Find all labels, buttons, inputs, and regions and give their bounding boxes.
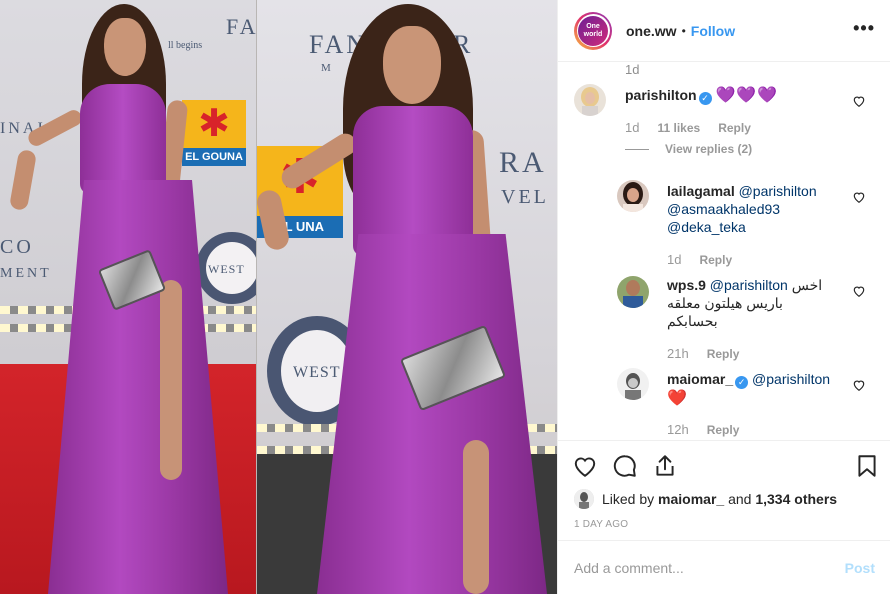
left-forearm (8, 148, 38, 212)
leg (160, 280, 182, 480)
liked-by-and: and (728, 491, 752, 507)
avatar[interactable] (617, 276, 649, 308)
person-figure (257, 0, 557, 594)
reply-button[interactable]: Reply (699, 253, 732, 267)
view-replies-button[interactable]: View replies (2) (625, 142, 752, 156)
verified-badge-icon: ✓ (735, 376, 749, 389)
more-options-icon[interactable]: ••• (853, 18, 875, 39)
comment-username[interactable]: wps.9 (667, 277, 706, 293)
comments-list[interactable]: 1d parishilton ✓ 💜💜💜 1d 11 likes Reply Vi… (558, 62, 890, 440)
comment-content: باريس هيلتون معلقه (667, 295, 783, 311)
comment-time[interactable]: 21h (667, 346, 689, 361)
likes-summary[interactable]: Liked by maiomar_ and 1,334 others (574, 489, 837, 509)
post-timestamp[interactable]: 1 DAY AGO (574, 519, 628, 530)
avatar[interactable] (574, 84, 606, 116)
comment-likes[interactable]: 11 likes (657, 121, 700, 135)
post-comment-button[interactable]: Post (845, 560, 875, 576)
comment-username[interactable]: parishilton (625, 87, 697, 103)
mention-link[interactable]: @deka_teka (667, 219, 746, 235)
mention-link[interactable]: @parishilton (710, 277, 788, 293)
owner-avatar[interactable]: One world (574, 11, 612, 50)
comment-username[interactable]: maiomar_ (667, 371, 733, 387)
comment-content: بحسابكم (667, 313, 718, 329)
comment-time[interactable]: 1d (625, 120, 639, 135)
owner-username[interactable]: one.ww (626, 23, 677, 39)
face (383, 26, 441, 104)
comment-item: parishilton ✓ 💜💜💜 1d 11 likes Reply (558, 62, 890, 142)
leg (463, 440, 489, 594)
bookmark-icon[interactable] (854, 453, 880, 479)
share-icon[interactable] (652, 453, 678, 479)
comment-composer: Post (558, 540, 890, 594)
avatar[interactable] (617, 180, 649, 212)
post-photo[interactable]: FA ll begins INAI CO MENT ✱ EL GOUNA WES… (0, 0, 557, 594)
comment-text: lailagamal @parishilton @asmaakhaled93 @… (667, 182, 847, 236)
photo-right-panel: FAN R M RA VEL ✱ EL UNA WEST (257, 0, 557, 594)
face (104, 18, 146, 76)
comment-content: اخس (791, 277, 823, 293)
like-comment-heart-icon[interactable] (852, 190, 866, 204)
post-header: One world one.ww • Follow ••• (558, 0, 890, 62)
like-heart-icon[interactable] (572, 453, 598, 479)
comment-content: ❤️ (667, 390, 687, 407)
comment-meta: 1d 11 likes Reply (625, 120, 751, 135)
comment-content: 💜💜💜 (715, 87, 779, 104)
liked-by-user[interactable]: maiomar_ (658, 491, 724, 507)
view-replies-label: View replies (2) (665, 142, 753, 156)
reply-button[interactable]: Reply (707, 347, 740, 361)
comment-meta: 1d Reply (667, 252, 732, 267)
reply-item: wps.9 @parishilton اخس باريس هيلتون معلق… (558, 268, 890, 364)
post-sidebar: One world one.ww • Follow ••• 1d parishi… (557, 0, 890, 594)
owner-avatar-logo: One world (578, 15, 608, 46)
comment-text: maiomar_ ✓ @parishilton ❤️ (667, 370, 847, 408)
separator-dot: • (681, 23, 686, 38)
reply-item: maiomar_ ✓ @parishilton ❤️ 12h Reply (558, 362, 890, 440)
divider-line (625, 148, 649, 150)
dress-bodice (353, 106, 473, 256)
mention-link[interactable]: @parishilton (739, 183, 817, 199)
liked-by-count[interactable]: 1,334 others (755, 491, 837, 507)
left-arm (257, 188, 291, 252)
dress-skirt (48, 180, 228, 594)
left-arm (25, 107, 85, 149)
follow-button[interactable]: Follow (691, 23, 735, 39)
comment-text: wps.9 @parishilton اخس باريس هيلتون معلق… (667, 276, 847, 330)
mention-link[interactable]: @parishilton (752, 371, 830, 387)
comment-input[interactable] (574, 558, 824, 578)
reply-item: lailagamal @parishilton @asmaakhaled93 @… (558, 172, 890, 267)
verified-badge-icon: ✓ (698, 92, 712, 105)
comment-time[interactable]: 1d (667, 252, 681, 267)
comment-bubble-icon[interactable] (612, 453, 638, 479)
like-comment-heart-icon[interactable] (852, 378, 866, 392)
post-actions: Liked by maiomar_ and 1,334 others 1 DAY… (558, 440, 890, 540)
dress-bodice (80, 84, 166, 194)
person-figure (0, 0, 256, 594)
like-comment-heart-icon[interactable] (852, 284, 866, 298)
dress-skirt (317, 234, 547, 594)
comment-meta: 12h Reply (667, 422, 739, 437)
comment-username[interactable]: lailagamal (667, 183, 735, 199)
comment-time[interactable]: 12h (667, 422, 689, 437)
liked-by-prefix: Liked by (602, 491, 655, 507)
like-comment-heart-icon[interactable] (852, 94, 866, 108)
photo-left-panel: FA ll begins INAI CO MENT ✱ EL GOUNA WES… (0, 0, 256, 594)
reply-button[interactable]: Reply (718, 121, 751, 135)
reply-button[interactable]: Reply (707, 423, 740, 437)
comment-text: parishilton ✓ 💜💜💜 (625, 86, 855, 105)
avatar[interactable] (617, 368, 649, 400)
liker-avatar (574, 489, 594, 509)
comment-meta: 21h Reply (667, 346, 739, 361)
mention-link[interactable]: @asmaakhaled93 (667, 201, 780, 217)
